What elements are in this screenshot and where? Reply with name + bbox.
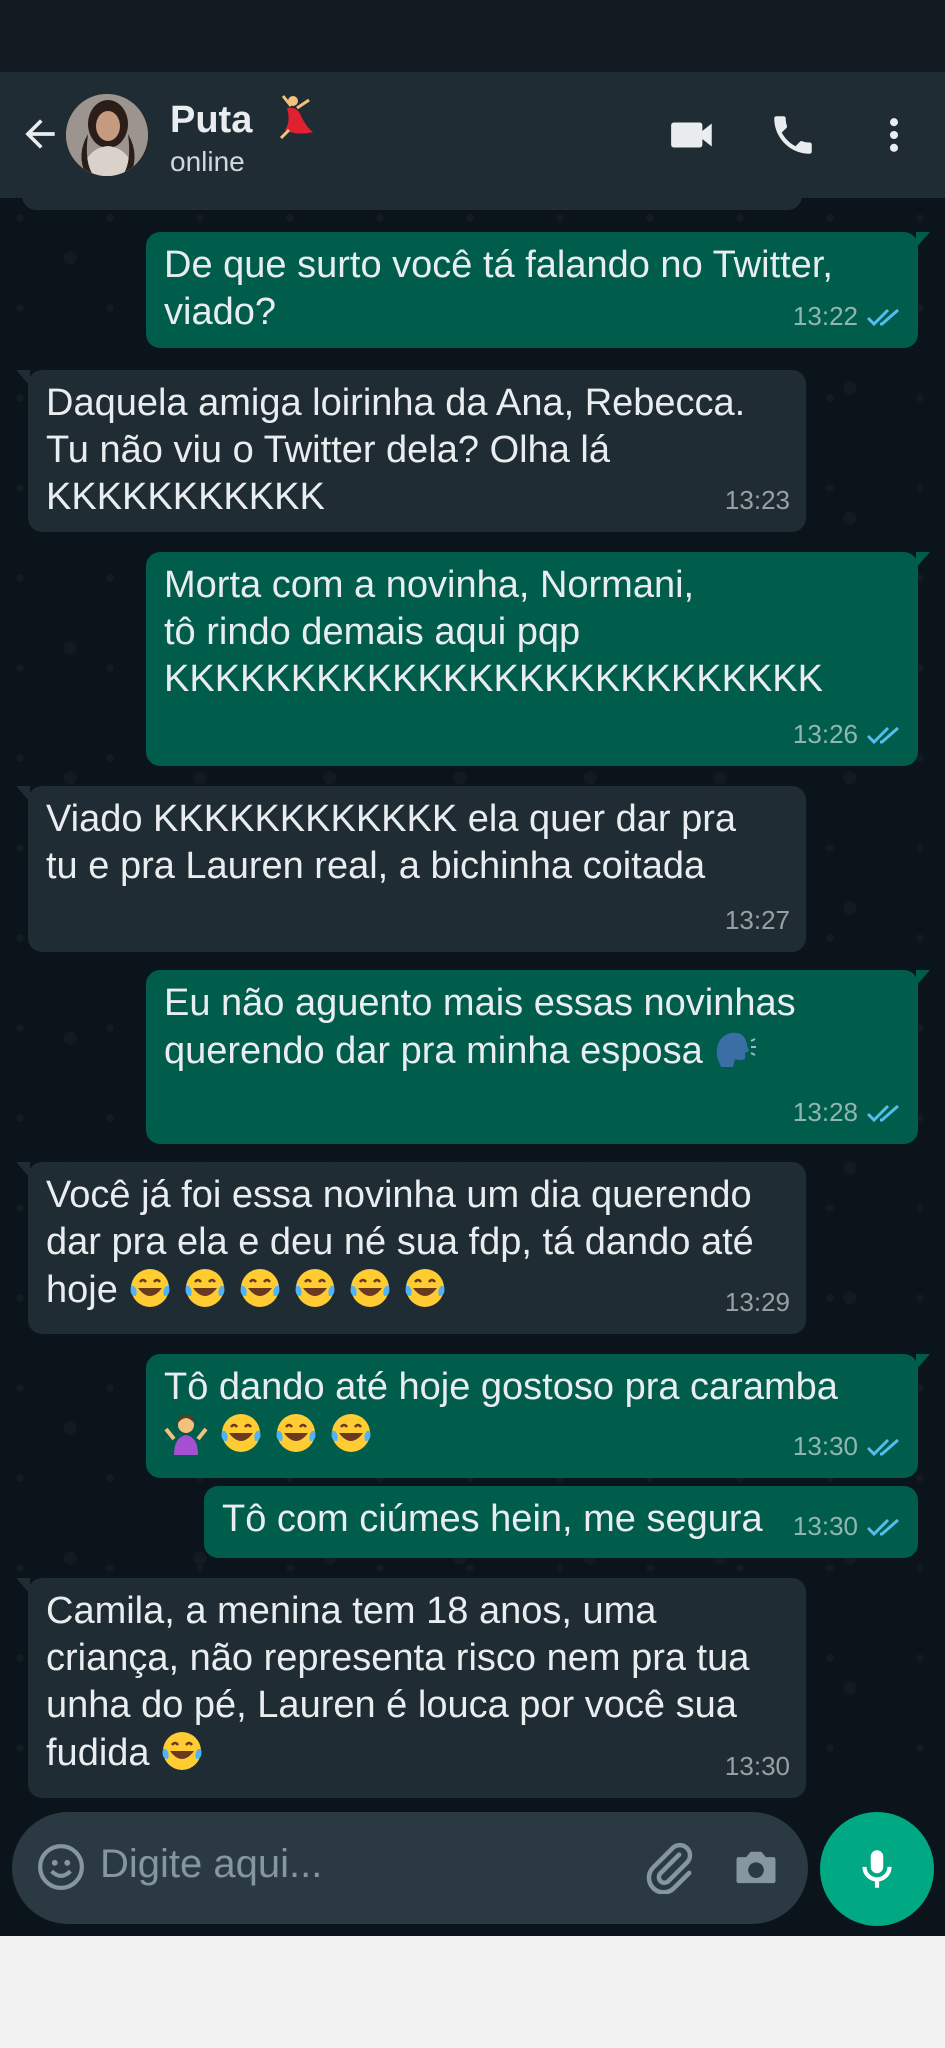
dancer-emoji-icon (267, 92, 315, 140)
bubble-tail (16, 1162, 30, 1178)
laughing-tears-emoji-icon (130, 1269, 170, 1307)
message-composer[interactable]: Digite aqui... (12, 1812, 808, 1924)
message-time: 13:26 (792, 719, 858, 749)
message-bubble-incoming[interactable]: Daquela amiga loirinha da Ana, Rebecca. … (16, 370, 806, 532)
double-check-read-icon (866, 1104, 899, 1122)
message-meta: 13:23 (725, 477, 790, 524)
message-time: 13:30 (792, 1511, 858, 1541)
message-input[interactable]: Digite aqui... (100, 1842, 322, 1887)
double-check-read-icon (866, 1518, 899, 1536)
message-meta: 13:22 (793, 293, 902, 340)
bubble-tail (16, 786, 30, 802)
laughing-tears-emoji-icon (295, 1269, 335, 1307)
bubble-tail (916, 232, 930, 248)
message-text: De que surto você tá falando no Twitter,… (164, 244, 833, 333)
laughing-tears-emoji-icon (350, 1269, 390, 1307)
message-bubble-outgoing[interactable]: Tô com ciúmes hein, me segura 13:30 (204, 1486, 918, 1558)
contact-status: online (170, 146, 245, 177)
message-time: 13:29 (724, 1287, 790, 1317)
message-time: 13:27 (724, 905, 790, 935)
contact-name[interactable]: Puta (170, 92, 315, 142)
message-bubble-outgoing[interactable]: Morta com a novinha, Normani, tô rindo d… (146, 552, 930, 766)
message-time: 13:30 (724, 1751, 790, 1781)
speaking-head-emoji-icon (717, 1032, 757, 1067)
bubble-tail (16, 370, 30, 386)
system-navigation-area (0, 1936, 945, 2048)
message-time: 13:30 (792, 1431, 858, 1461)
status-bar (0, 0, 945, 72)
double-check-read-icon (866, 726, 899, 744)
laughing-emoji-row (128, 1269, 458, 1311)
video-call-icon[interactable] (668, 110, 718, 164)
double-check-read-icon (866, 308, 899, 326)
laughing-tears-emoji-icon (185, 1269, 225, 1307)
message-meta: 13:30 (793, 1423, 902, 1470)
bubble-tail (16, 1578, 30, 1594)
partial-message (22, 198, 802, 210)
message-text: Eu não aguento mais essas novinhas quere… (164, 982, 796, 1072)
bubble-tail (916, 970, 930, 986)
message-text: Daquela amiga loirinha da Ana, Rebecca. … (46, 382, 746, 518)
more-vert-icon[interactable] (872, 110, 916, 164)
emoji-icon[interactable] (36, 1842, 86, 1896)
mic-icon (852, 1842, 902, 1900)
message-time: 13:23 (724, 485, 790, 515)
mic-button[interactable] (820, 1812, 934, 1926)
message-bubble-incoming[interactable]: Camila, a menina tem 18 anos, uma crianç… (16, 1578, 806, 1798)
bubble-tail (916, 1354, 930, 1370)
message-time: 13:22 (792, 301, 858, 331)
message-bubble-incoming[interactable]: Você já foi essa novinha um dia querendo… (16, 1162, 806, 1334)
message-bubble-outgoing[interactable]: Tô dando até hoje gostoso pra caramba 13… (146, 1354, 930, 1478)
message-text: Tô dando até hoje gostoso pra caramba (164, 1364, 900, 1459)
emoji-row (164, 1414, 384, 1456)
message-list[interactable]: De que surto você tá falando no Twitter,… (0, 198, 945, 1810)
message-text: Camila, a menina tem 18 anos, uma crianç… (46, 1590, 750, 1774)
camera-icon[interactable] (730, 1842, 782, 1898)
message-text: Viado KKKKKKKKKKKK ela quer dar pra tu e… (46, 798, 737, 887)
person-shrugging-emoji-icon (164, 1415, 208, 1455)
laughing-tears-emoji-icon (331, 1414, 371, 1452)
message-meta: 13:30 (793, 1503, 902, 1550)
message-bubble-outgoing[interactable]: De que surto você tá falando no Twitter,… (146, 232, 930, 348)
message-meta: 13:30 (725, 1743, 790, 1790)
double-check-read-icon (866, 1438, 899, 1456)
laughing-tears-emoji-icon (405, 1269, 445, 1307)
laughing-tears-emoji-icon (240, 1269, 280, 1307)
chat-header: Puta online (0, 72, 945, 198)
message-bubble-outgoing[interactable]: Eu não aguento mais essas novinhas quere… (146, 970, 930, 1144)
message-text: Você já foi essa novinha um dia querendo… (46, 1174, 754, 1311)
attach-icon[interactable] (642, 1840, 696, 1898)
message-meta: 13:26 (793, 711, 902, 758)
laughing-tears-emoji-icon (162, 1732, 202, 1770)
back-arrow-icon[interactable] (18, 112, 62, 156)
phone-icon[interactable] (768, 110, 818, 164)
avatar[interactable] (66, 94, 148, 176)
message-bubble-incoming[interactable]: Viado KKKKKKKKKKKK ela quer dar pra tu e… (16, 786, 806, 952)
message-meta: 13:27 (725, 897, 790, 944)
message-meta: 13:29 (725, 1279, 790, 1326)
message-text: Morta com a novinha, Normani, tô rindo d… (164, 564, 823, 700)
message-meta: 13:28 (793, 1089, 902, 1136)
bubble-tail (916, 552, 930, 568)
message-time: 13:28 (792, 1097, 858, 1127)
laughing-tears-emoji-icon (221, 1414, 261, 1452)
laughing-tears-emoji-icon (276, 1414, 316, 1452)
